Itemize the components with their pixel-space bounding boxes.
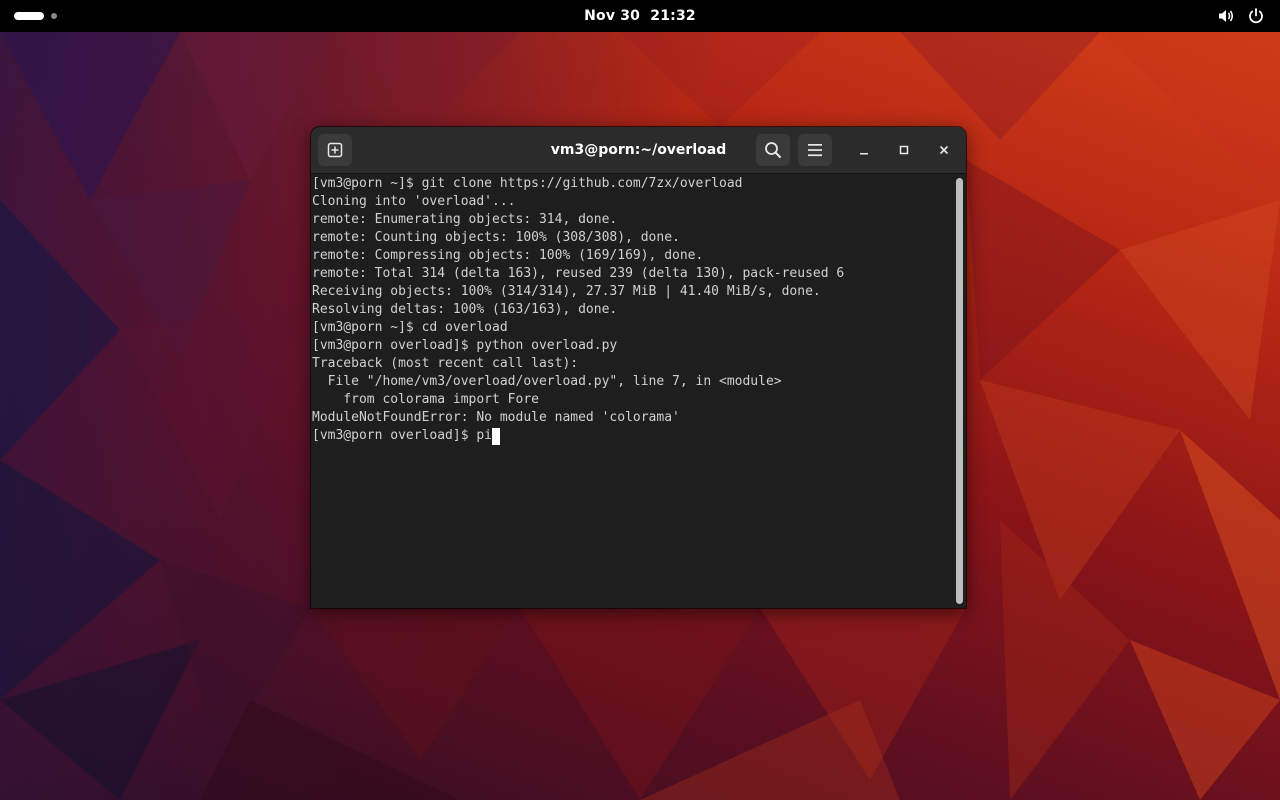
terminal-line: from colorama import Fore — [312, 392, 539, 407]
current-prompt-text: [vm3@porn overload]$ pi — [312, 428, 493, 443]
terminal-line: Traceback (most recent call last): — [312, 356, 579, 371]
terminal-line: Resolving deltas: 100% (163/163), done. — [312, 302, 618, 317]
hamburger-menu-icon — [808, 144, 822, 157]
current-prompt-line[interactable]: [vm3@porn overload]$ pi — [312, 427, 844, 445]
system-tray[interactable] — [1216, 6, 1266, 26]
terminal-line: remote: Compressing objects: 100% (169/1… — [312, 248, 704, 263]
terminal-line: [vm3@porn ~]$ git clone https://github.c… — [312, 176, 743, 191]
maximize-button[interactable] — [892, 138, 916, 162]
scrollbar-thumb[interactable] — [956, 178, 963, 604]
text-cursor — [492, 427, 501, 445]
search-icon — [765, 142, 781, 158]
terminal-line: File "/home/vm3/overload/overload.py", l… — [312, 374, 782, 389]
volume-icon[interactable] — [1216, 6, 1236, 26]
clock-date: Nov 30 — [584, 8, 641, 24]
clock-time: 21:32 — [650, 8, 696, 24]
top-bar: Nov 30 21:32 — [0, 0, 1280, 32]
terminal-viewport[interactable]: [vm3@porn ~]$ git clone https://github.c… — [311, 174, 951, 608]
new-tab-button[interactable] — [318, 134, 352, 166]
terminal-line: Receiving objects: 100% (314/314), 27.37… — [312, 284, 821, 299]
power-icon[interactable] — [1246, 6, 1266, 26]
terminal-line: remote: Counting objects: 100% (308/308)… — [312, 230, 680, 245]
maximize-icon — [899, 145, 909, 155]
clock: Nov 30 21:32 — [0, 0, 1280, 32]
terminal-scrollbar[interactable] — [954, 176, 964, 606]
terminal-line: [vm3@porn ~]$ cd overload — [312, 320, 508, 335]
minimize-icon — [860, 153, 868, 155]
workspace-indicator — [51, 13, 57, 19]
search-button[interactable] — [756, 134, 790, 166]
main-menu-button[interactable] — [798, 134, 832, 166]
close-icon — [939, 145, 949, 155]
terminal-line: remote: Total 314 (delta 163), reused 23… — [312, 266, 845, 281]
new-tab-icon — [327, 142, 343, 158]
terminal-headerbar[interactable]: vm3@porn:~/overload — [311, 127, 966, 174]
activities-button[interactable] — [14, 12, 57, 20]
clock-button[interactable]: Nov 30 21:32 — [584, 8, 696, 24]
terminal-line: Cloning into 'overload'... — [312, 194, 516, 209]
terminal-line: [vm3@porn overload]$ python overload.py — [312, 338, 618, 353]
terminal-window[interactable]: vm3@porn:~/overload [vm3@porn ~]$ git cl… — [311, 127, 966, 608]
minimize-button[interactable] — [852, 138, 876, 162]
terminal-line: remote: Enumerating objects: 314, done. — [312, 212, 618, 227]
close-button[interactable] — [932, 138, 956, 162]
workspace-active-indicator — [14, 12, 44, 20]
terminal-line: ModuleNotFoundError: No module named 'co… — [312, 410, 680, 425]
terminal-output: [vm3@porn ~]$ git clone https://github.c… — [312, 175, 844, 445]
